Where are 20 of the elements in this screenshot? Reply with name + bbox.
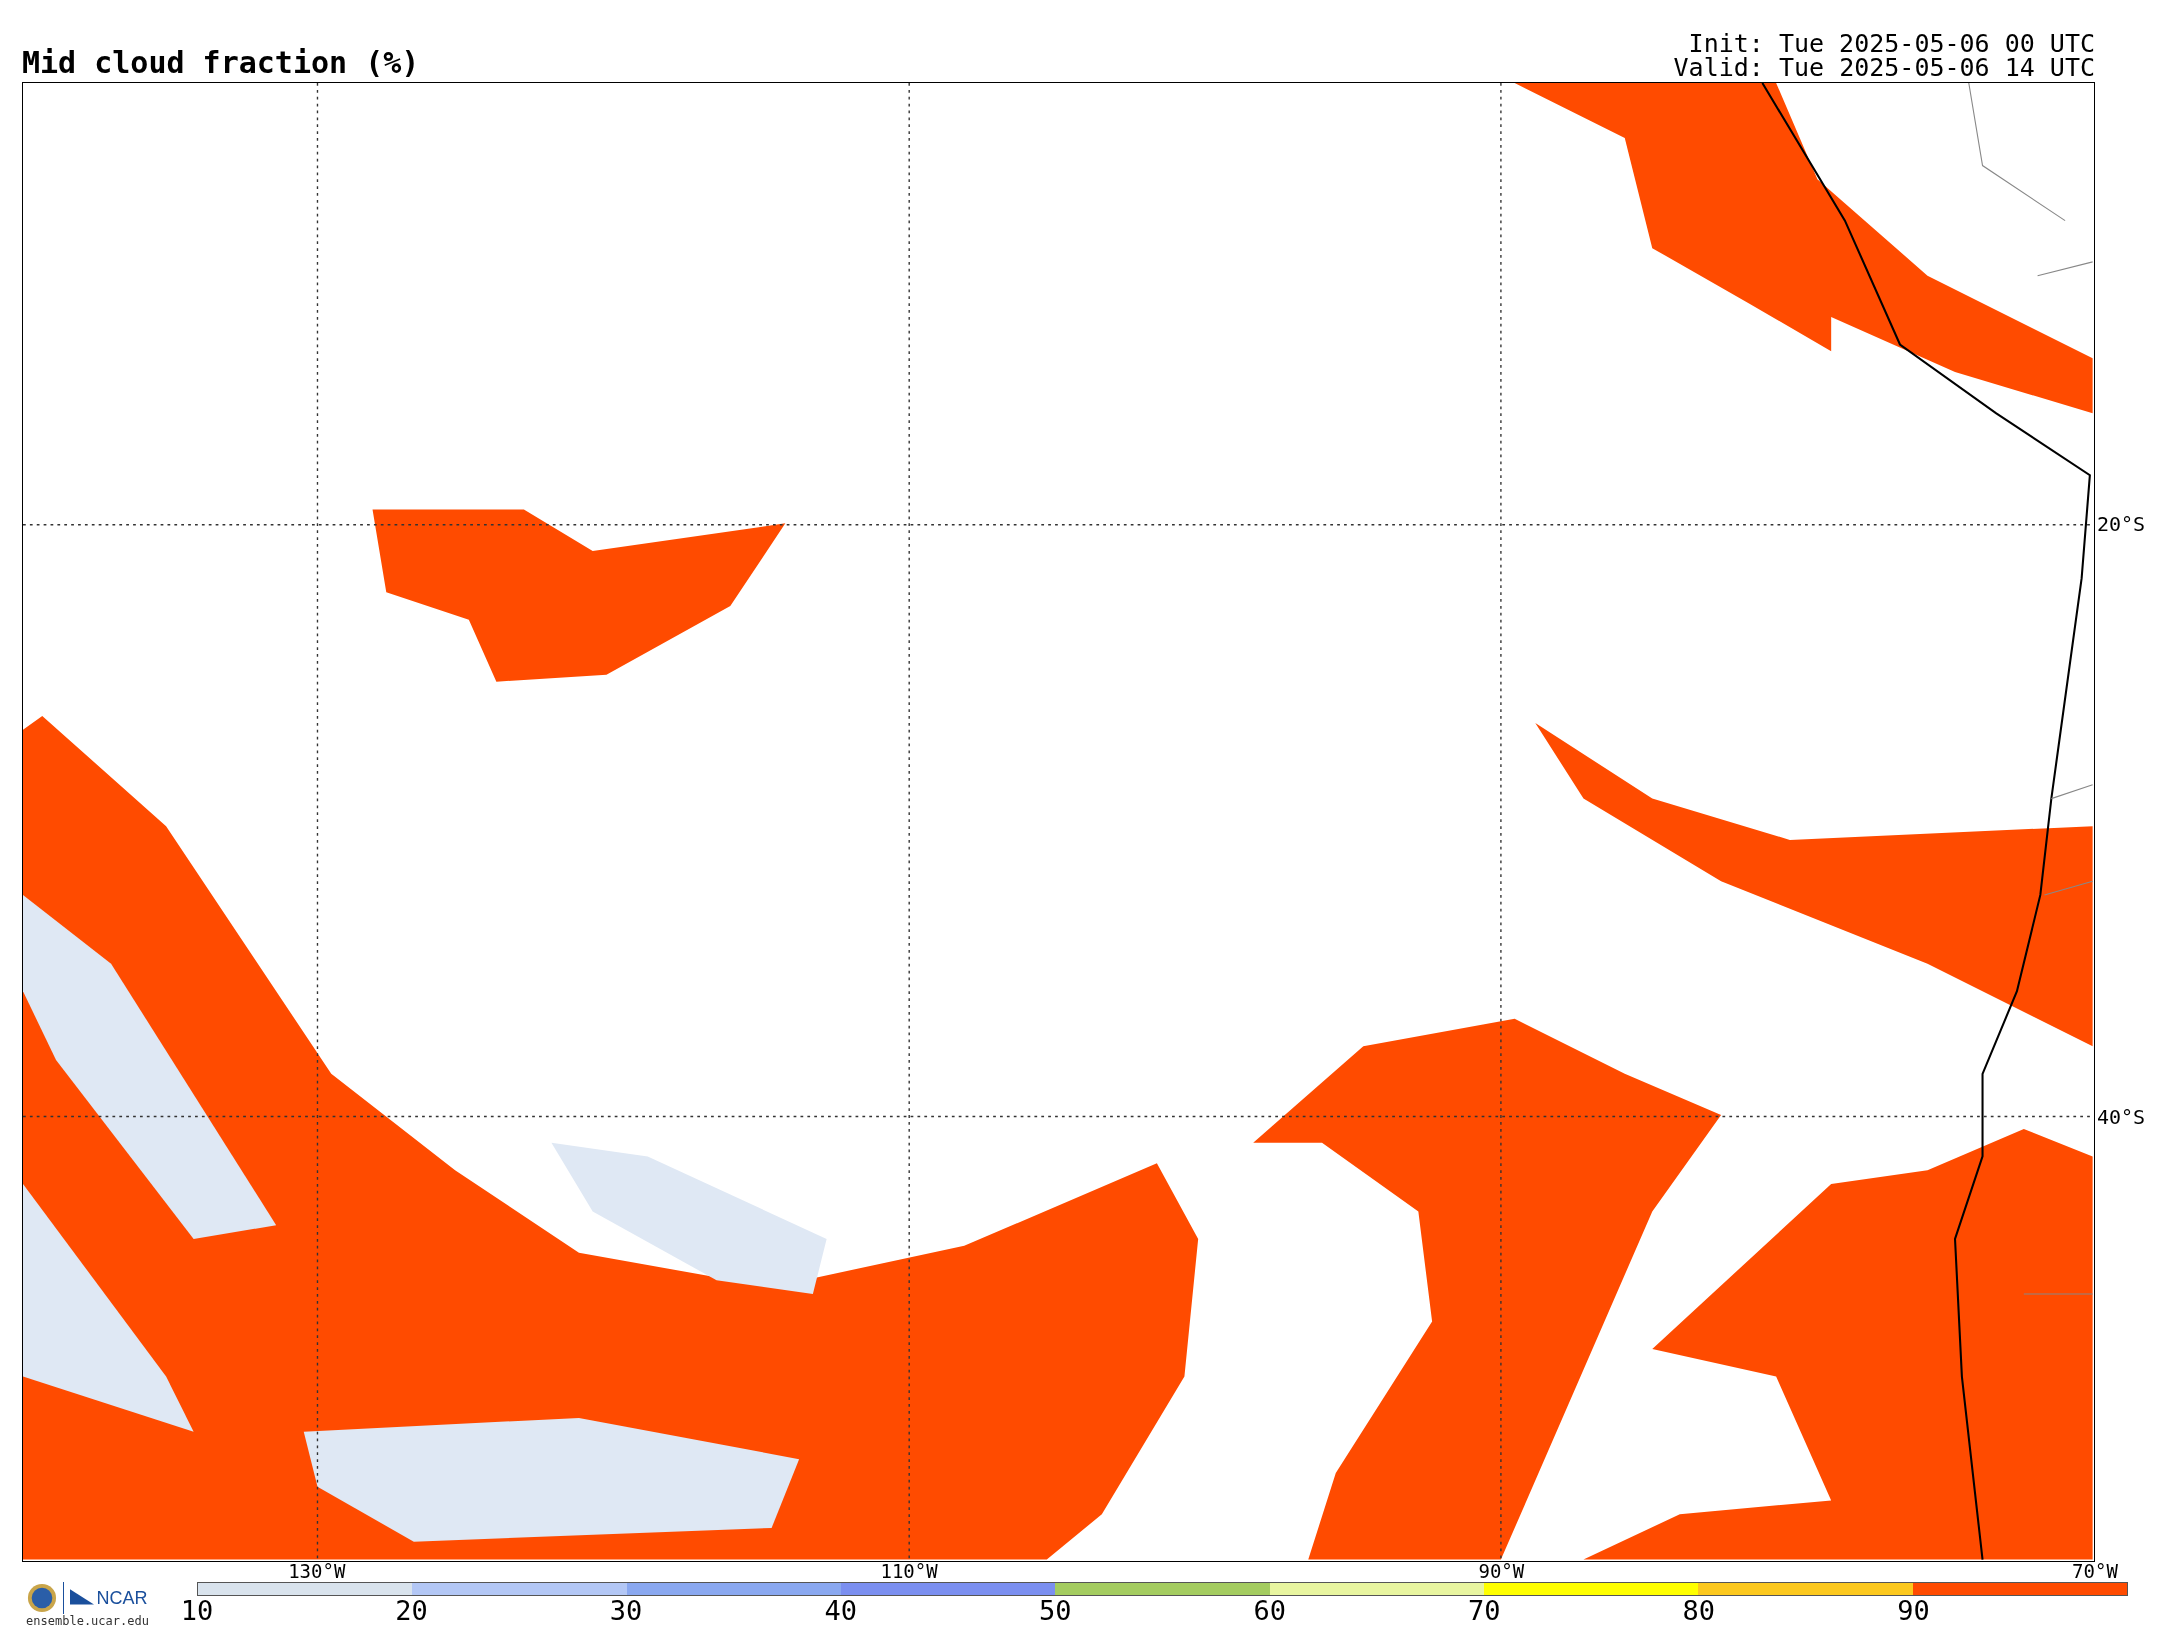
longitude-label: 90°W	[1478, 1562, 1525, 1581]
colorbar-tick-label: 50	[1038, 1596, 1072, 1625]
colorbar-tick-label: 20	[395, 1596, 428, 1625]
colorbar-tick-label: 60	[1253, 1596, 1286, 1625]
colorbar-tick-label: 40	[824, 1596, 857, 1625]
colorbar-tick-label: 80	[1682, 1596, 1716, 1625]
longitude-label: 70°W	[2072, 1562, 2118, 1581]
latitude-label: 40°S	[2096, 1106, 2146, 1127]
logo-wordmark: NCAR	[96, 1587, 148, 1609]
site-url: ensemble.ucar.edu	[26, 1614, 149, 1626]
colorbar-tick-label: 90	[1897, 1596, 1930, 1625]
latitude-label: 20°S	[2096, 514, 2146, 535]
colorbar-tick-label: 70	[1468, 1596, 1501, 1625]
longitude-label: 130°W	[288, 1562, 346, 1581]
longitude-label: 110°W	[880, 1562, 938, 1581]
chart-title: Mid cloud fraction (%)	[22, 46, 420, 80]
valid-time: Valid: Tue 2025-05-06 14 UTC	[1673, 56, 2095, 80]
init-time: Init: Tue 2025-05-06 00 UTC	[1688, 32, 2095, 56]
colorbar-tick-label: 10	[180, 1596, 214, 1625]
colorbar-tick-label: 30	[609, 1596, 643, 1625]
